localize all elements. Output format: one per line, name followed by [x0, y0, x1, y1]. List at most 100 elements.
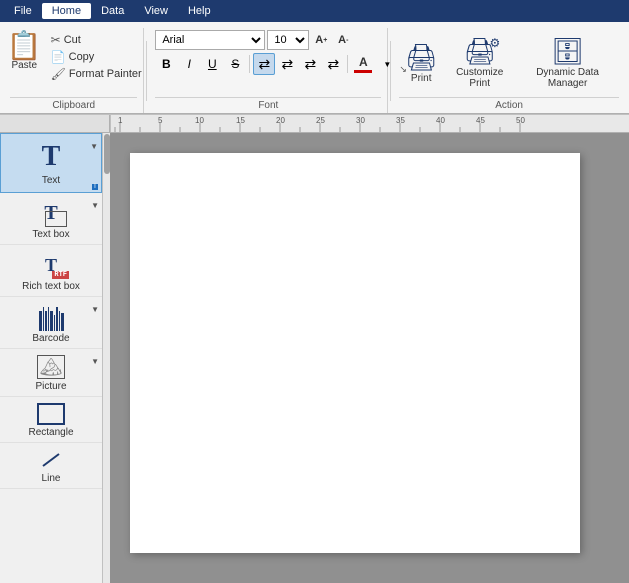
ribbon: 📋 Paste ✂ Cut 📄 Copy 🖌 Format Painter [0, 22, 629, 115]
svg-text:30: 30 [356, 116, 365, 125]
sidebar-item-richtextbox[interactable]: T RTF Rich text box [0, 245, 102, 297]
strikethrough-button[interactable]: S [224, 53, 246, 75]
paste-label: Paste [11, 60, 37, 71]
barcode-icon [39, 303, 64, 331]
font-label: Font [155, 97, 381, 113]
dynamic-data-label: Dynamic Data Manager [522, 67, 613, 89]
print-icon: 🖨 [405, 42, 438, 73]
menu-file[interactable]: File [4, 3, 42, 19]
rectangle-icon [37, 403, 65, 425]
picture-label: Picture [35, 381, 66, 392]
cut-label: Cut [64, 34, 81, 46]
sidebar-item-textbox[interactable]: T ▼ Text box [0, 193, 102, 245]
picture-arrow: ▼ [91, 357, 99, 366]
copy-button[interactable]: 📄 Copy [48, 49, 145, 65]
customize-print-icon: 🖨⚙ [463, 36, 496, 67]
ruler-container: 1 5 10 15 20 25 30 [0, 115, 629, 133]
richtextbox-icon: T RTF [33, 251, 69, 279]
bold-button[interactable]: B [155, 53, 177, 75]
canvas-area[interactable] [110, 133, 629, 583]
textbox-icon: T [35, 199, 67, 227]
italic-button[interactable]: I [178, 53, 200, 75]
fmt-divider2 [347, 55, 348, 73]
sidebar-scrollbar[interactable] [102, 133, 110, 583]
format-painter-icon: 🖌 [51, 67, 66, 81]
font-color-indicator [354, 70, 372, 73]
line-icon [37, 449, 65, 471]
barcode-arrow: ▼ [91, 305, 99, 314]
formatting-row: B I U S ⇄ ⇄ ⇄ ⇄ A ▼ [155, 53, 407, 75]
fmt-divider [249, 55, 250, 73]
menu-data[interactable]: Data [91, 3, 134, 19]
paste-button[interactable]: 📋 Paste [3, 30, 46, 73]
justify-button[interactable]: ⇄ [322, 53, 344, 75]
divider-1 [146, 41, 147, 101]
picture-icon: 🏔 [37, 355, 65, 379]
main-area: T ▼ Text I T ▼ Text box T RT [0, 133, 629, 583]
horizontal-ruler: 1 5 10 15 20 25 30 [110, 115, 629, 132]
action-group: 🖨 Print 🖨⚙ Customize Print 🗄 Dynamic Dat… [393, 28, 625, 113]
rectangle-label: Rectangle [28, 427, 73, 438]
align-right-button[interactable]: ⇄ [299, 53, 321, 75]
barcode-label: Barcode [32, 333, 69, 344]
menu-bar: File Home Data View Help [0, 0, 629, 22]
clipboard-label: Clipboard [10, 97, 137, 113]
underline-button[interactable]: U [201, 53, 223, 75]
ruler-corner [0, 115, 110, 132]
dynamic-data-button[interactable]: 🗄 Dynamic Data Manager [518, 34, 617, 91]
align-center-button[interactable]: ⇄ [276, 53, 298, 75]
svg-text:35: 35 [396, 116, 405, 125]
copy-label: Copy [69, 51, 95, 63]
cut-button[interactable]: ✂ Cut [48, 32, 145, 48]
font-grow-button[interactable]: A+ [311, 30, 331, 50]
copy-icon: 📄 [51, 50, 66, 64]
customize-print-label: Customize Print [449, 67, 510, 89]
print-button[interactable]: 🖨 Print [401, 40, 441, 86]
svg-text:40: 40 [436, 116, 445, 125]
richtextbox-label: Rich text box [22, 281, 80, 292]
clipboard-group: 📋 Paste ✂ Cut 📄 Copy 🖌 Format Painter [4, 28, 144, 113]
svg-text:45: 45 [476, 116, 485, 125]
font-color-icon: A [359, 55, 368, 69]
menu-home[interactable]: Home [42, 3, 91, 19]
dynamic-data-icon: 🗄 [551, 36, 584, 67]
clipboard-small-buttons: ✂ Cut 📄 Copy 🖌 Format Painter [48, 30, 145, 82]
cut-icon: ✂ [51, 33, 61, 47]
textbox-arrow: ▼ [91, 201, 99, 210]
sidebar-item-text[interactable]: T ▼ Text I [0, 133, 102, 193]
sidebar-item-picture[interactable]: 🏔 ▼ Picture [0, 349, 102, 397]
text-icon: T [42, 142, 61, 173]
page [130, 153, 580, 553]
paste-icon: 📋 [7, 32, 42, 60]
textbox-label: Text box [32, 229, 69, 240]
sidebar-item-line[interactable]: Line [0, 443, 102, 489]
sidebar: T ▼ Text I T ▼ Text box T RT [0, 133, 102, 583]
font-group: Arial Times New Roman Courier New 8 9 10… [149, 28, 388, 113]
menu-view[interactable]: View [134, 3, 178, 19]
sidebar-item-rectangle[interactable]: Rectangle [0, 397, 102, 443]
customize-print-button[interactable]: 🖨⚙ Customize Print [445, 34, 514, 91]
menu-help[interactable]: Help [178, 3, 221, 19]
svg-text:5: 5 [158, 116, 163, 125]
line-label: Line [42, 473, 61, 484]
svg-text:1: 1 [118, 116, 123, 125]
format-painter-label: Format Painter [69, 68, 142, 80]
text-cursor-indicator: I [92, 184, 98, 190]
font-name-select[interactable]: Arial Times New Roman Courier New [155, 30, 265, 50]
sidebar-scroll-thumb[interactable] [104, 134, 110, 174]
sidebar-item-barcode[interactable]: ▼ Barcode [0, 297, 102, 349]
svg-text:10: 10 [195, 116, 204, 125]
font-shrink-button[interactable]: A- [333, 30, 353, 50]
font-color-button[interactable]: A [351, 53, 375, 75]
action-label: Action [399, 97, 619, 113]
font-name-row: Arial Times New Roman Courier New 8 9 10… [155, 30, 353, 50]
svg-text:50: 50 [516, 116, 525, 125]
font-size-select[interactable]: 8 9 10 11 12 14 [267, 30, 309, 50]
svg-text:20: 20 [276, 116, 285, 125]
divider-2 [390, 41, 391, 101]
align-left-button[interactable]: ⇄ [253, 53, 275, 75]
svg-text:15: 15 [236, 116, 245, 125]
format-painter-button[interactable]: 🖌 Format Painter [48, 66, 145, 82]
svg-text:25: 25 [316, 116, 325, 125]
text-arrow: ▼ [90, 142, 98, 151]
